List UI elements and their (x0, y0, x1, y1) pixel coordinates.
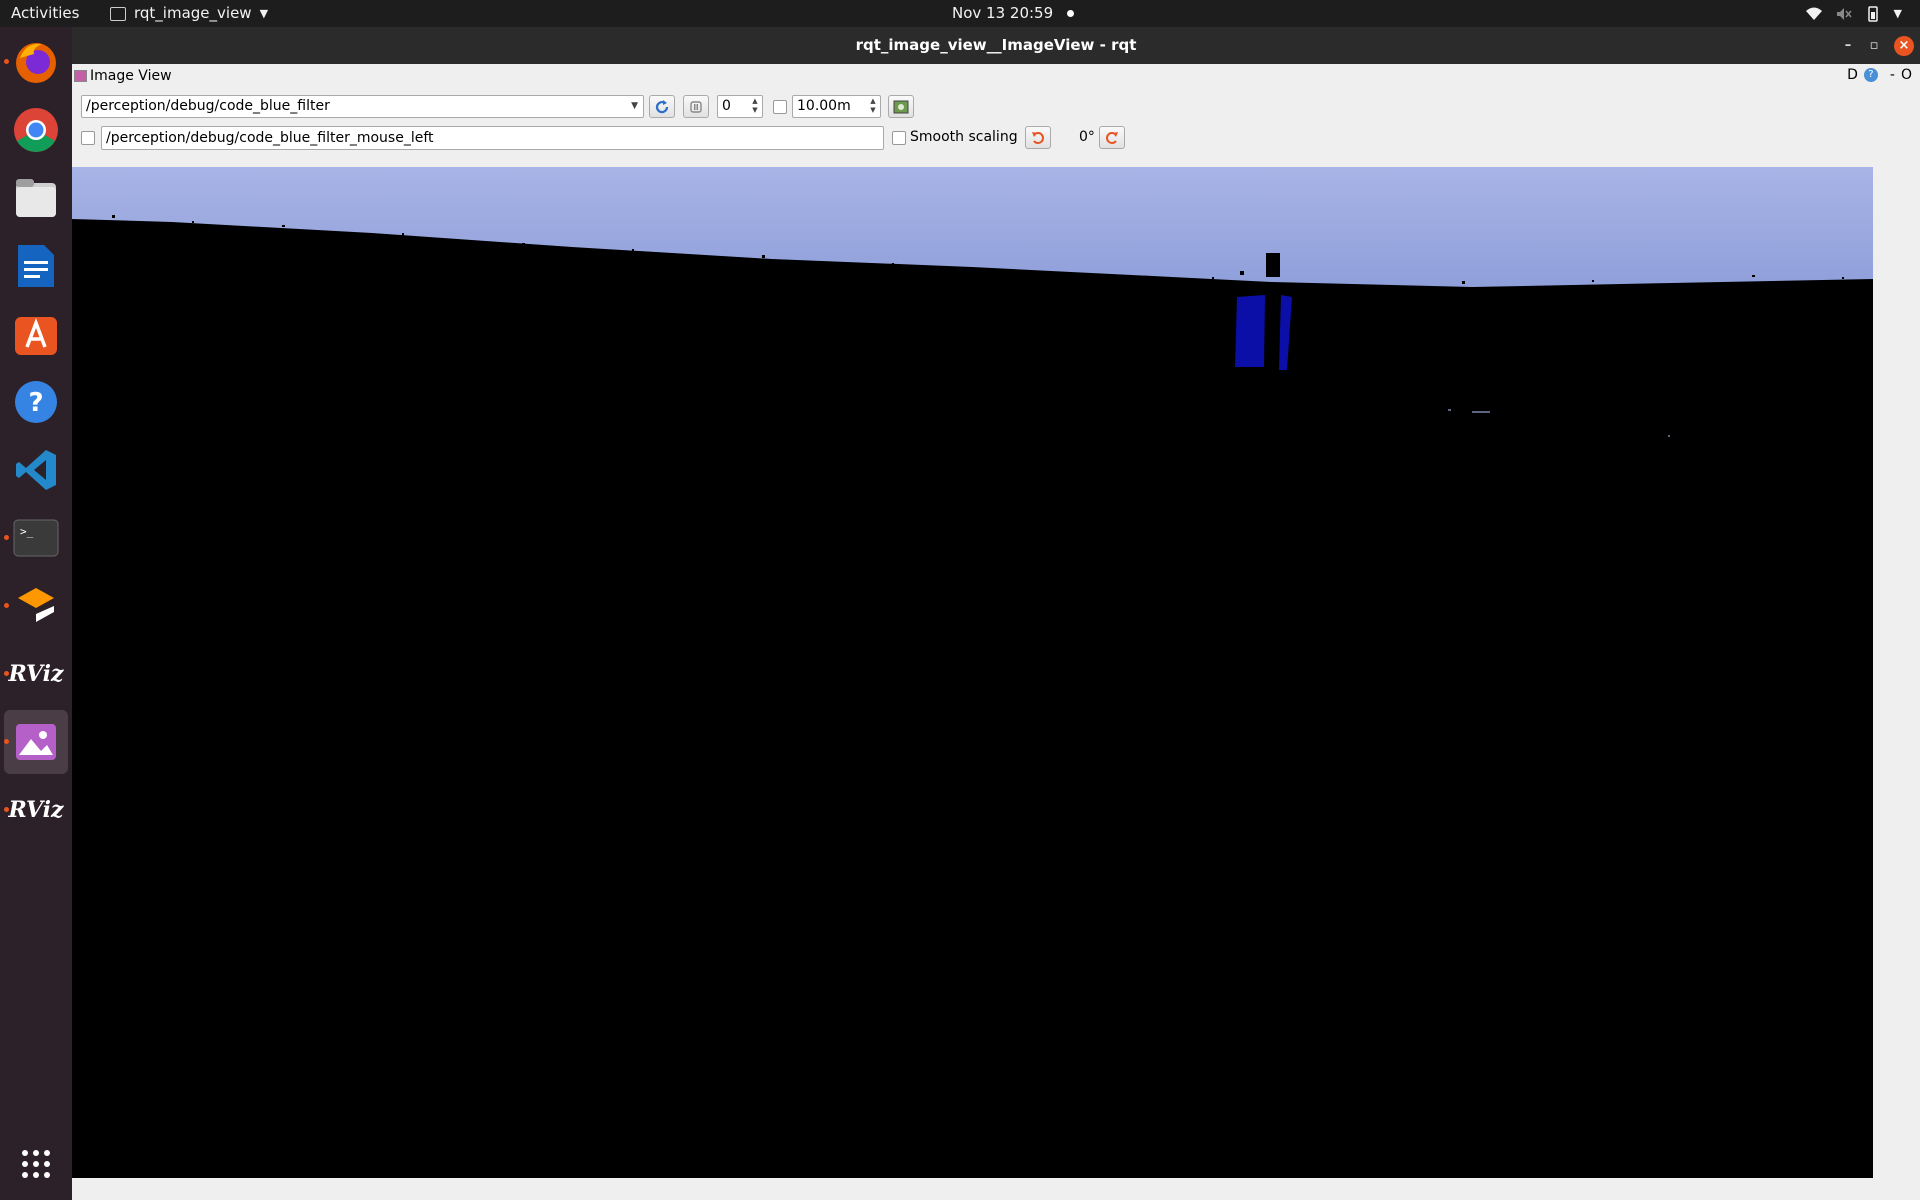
speck (1668, 435, 1670, 437)
close-plugin-button[interactable]: O (1901, 67, 1912, 83)
speaker-muted-icon (1836, 7, 1852, 20)
blue-object-left (1235, 295, 1265, 367)
app-menu[interactable]: rqt_image_view ▼ (110, 0, 268, 27)
spin-arrows[interactable]: ▲ ▼ (868, 97, 878, 115)
topic-select[interactable]: /perception/debug/code_blue_filter ▼ (81, 95, 644, 118)
minimize-button[interactable]: – (1838, 36, 1858, 56)
running-indicator (4, 59, 9, 64)
help-icon[interactable]: ? (1863, 68, 1878, 82)
window-titlebar[interactable]: rqt_image_view__ImageView - rqt – ▫ × (72, 27, 1920, 64)
refresh-topics-button[interactable] (649, 95, 675, 118)
speck (1448, 409, 1451, 411)
window-title: rqt_image_view__ImageView - rqt (855, 36, 1137, 54)
dock-writer[interactable] (4, 234, 68, 298)
running-indicator (4, 807, 9, 812)
chevron-down-icon: ▼ (631, 101, 638, 111)
rotate-right-button[interactable] (1099, 126, 1125, 149)
publish-mouse-checkbox[interactable] (81, 131, 95, 145)
dock-image-viewer[interactable] (4, 710, 68, 774)
dock-app-center[interactable] (4, 302, 68, 366)
vscode-icon (16, 450, 56, 490)
help-icon: ? (15, 381, 57, 423)
chrome-icon (14, 108, 58, 152)
rotation-value: 0° (1079, 129, 1095, 145)
refresh-icon (655, 99, 669, 113)
notification-dot (1067, 10, 1075, 17)
speck (1240, 271, 1244, 275)
dock-firefox[interactable] (4, 30, 68, 94)
num-gridlines-spinbox[interactable]: 0 ▲ ▼ (717, 95, 763, 118)
dock-help[interactable]: ? (4, 370, 68, 434)
max-range-value: 10.00m (797, 98, 851, 114)
rqt-window: rqt_image_view__ImageView - rqt – ▫ × Im… (72, 27, 1920, 1200)
wifi-icon (1805, 7, 1822, 20)
dock-sublime-merge[interactable] (4, 574, 68, 638)
pause-button[interactable] (683, 95, 709, 118)
svg-text:>_: >_ (20, 525, 34, 538)
dynamic-range-checkbox[interactable] (773, 100, 787, 114)
running-indicator (4, 603, 9, 608)
rotate-left-button[interactable] (1025, 126, 1051, 149)
app-menu-label: rqt_image_view (134, 4, 252, 22)
max-range-spinbox[interactable]: 10.00m ▲ ▼ (792, 95, 881, 118)
rviz-icon: RViz (8, 661, 64, 687)
show-apps-button[interactable] (4, 1132, 68, 1196)
plugin-header: Image View D ? - O (72, 64, 1920, 90)
document-icon (18, 245, 54, 287)
save-image-icon (893, 100, 909, 113)
dock-vscode[interactable] (4, 438, 68, 502)
pole-top (1266, 253, 1280, 277)
rotate-left-icon (1032, 131, 1044, 144)
minimize-plugin-button[interactable]: - (1890, 67, 1895, 83)
system-tray[interactable]: ▼ (1805, 0, 1902, 27)
activities-button[interactable]: Activities (11, 0, 79, 27)
topic-select-value: /perception/debug/code_blue_filter (86, 98, 330, 114)
image-icon (74, 70, 87, 82)
terminal-icon: >_ (13, 519, 59, 557)
dock-chrome[interactable] (4, 98, 68, 162)
app-center-icon (15, 317, 57, 355)
svg-text:?: ? (28, 388, 43, 418)
dock-rviz[interactable]: RViz (4, 642, 68, 706)
dock-plugin-button[interactable]: D (1847, 67, 1858, 83)
save-image-button[interactable] (888, 95, 914, 118)
speck (1472, 411, 1490, 413)
image-icon (110, 6, 126, 21)
close-button[interactable]: × (1894, 36, 1914, 56)
dock: ? >_ RViz RViz (0, 27, 72, 1200)
image-display[interactable] (72, 167, 1873, 1178)
running-indicator (4, 535, 9, 540)
rotate-right-icon (1106, 131, 1118, 144)
filtered-camera-image (72, 167, 1873, 1178)
pause-icon (690, 100, 702, 113)
top-bar: Activities rqt_image_view ▼ Nov 13 20:59… (0, 0, 1920, 27)
firefox-icon (16, 43, 56, 83)
smooth-scaling-checkbox[interactable] (892, 131, 906, 145)
plugin-tools: D ? - O (1847, 67, 1912, 83)
restore-button[interactable]: ▫ (1864, 36, 1884, 56)
mouse-topic-input[interactable]: /perception/debug/code_blue_filter_mouse… (101, 126, 884, 150)
caret-down-icon: ▼ (1893, 7, 1902, 20)
spin-arrows[interactable]: ▲ ▼ (750, 97, 760, 115)
mouse-topic-value: /perception/debug/code_blue_filter_mouse… (106, 130, 434, 146)
sublime-merge-icon (18, 588, 54, 622)
dock-terminal[interactable]: >_ (4, 506, 68, 570)
plugin-title-label: Image View (90, 68, 172, 84)
rviz-icon: RViz (8, 797, 64, 823)
dock-files[interactable] (4, 166, 68, 230)
smooth-scaling-label: Smooth scaling (910, 129, 1018, 145)
clock[interactable]: Nov 13 20:59 (952, 0, 1075, 27)
files-icon (16, 179, 56, 217)
image-viewer-icon (16, 724, 56, 760)
clock-text: Nov 13 20:59 (952, 4, 1054, 22)
running-indicator (4, 739, 9, 744)
battery-icon (1867, 5, 1878, 22)
running-indicator (4, 671, 9, 676)
plugin-title: Image View (74, 68, 172, 84)
dock-rviz-2[interactable]: RViz (4, 778, 68, 842)
app-grid-icon (22, 1150, 50, 1178)
caret-down-icon: ▼ (259, 7, 269, 20)
num-gridlines-value: 0 (722, 98, 731, 114)
